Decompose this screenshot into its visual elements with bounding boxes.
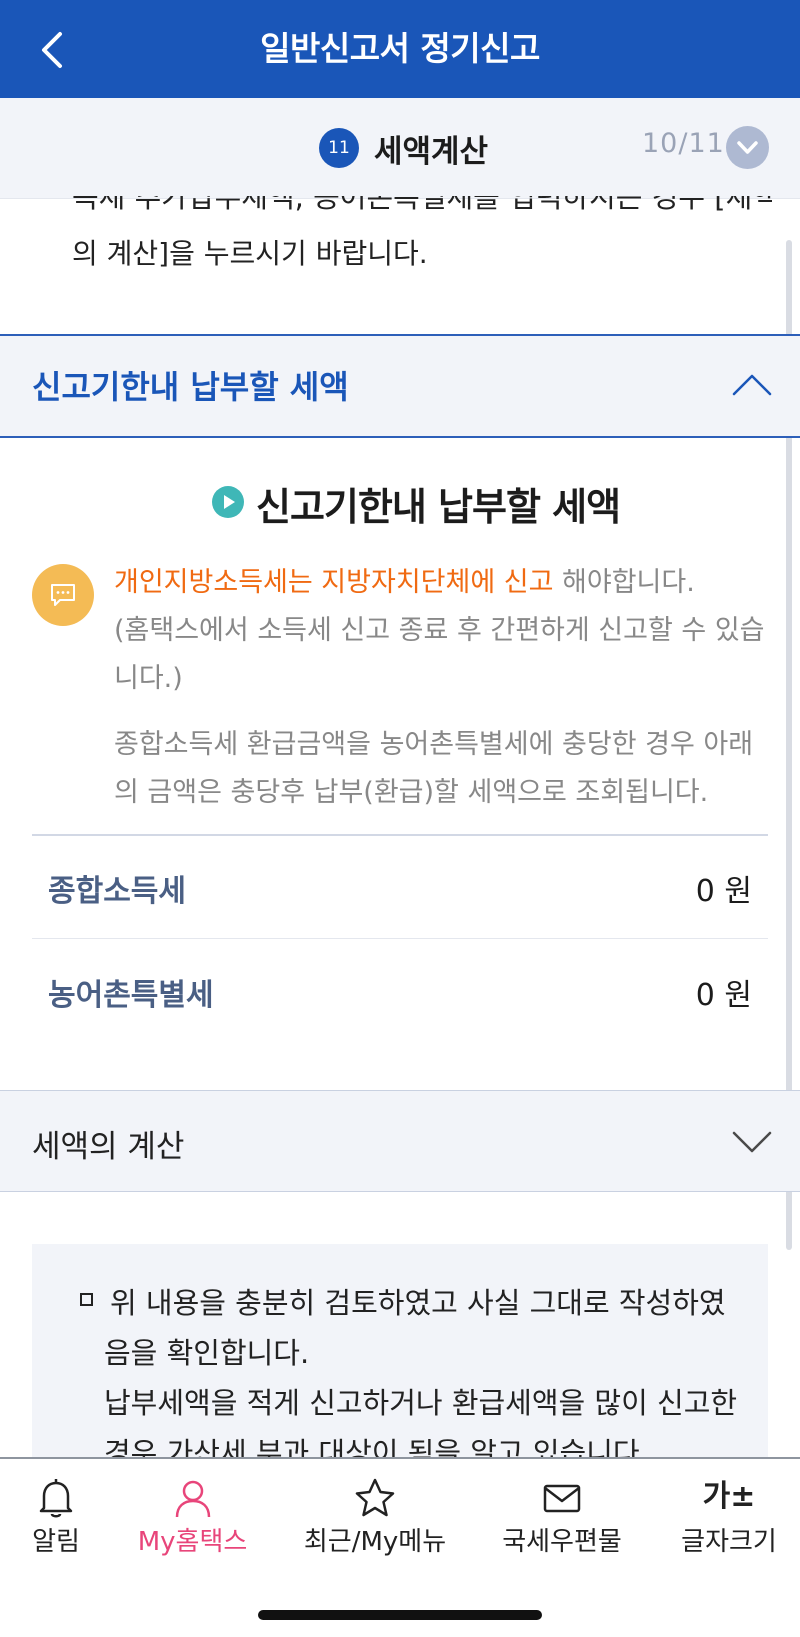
- nav-font-size[interactable]: 가± 글자크기: [664, 1459, 794, 1559]
- nav-label: 국세우편물: [502, 1527, 622, 1557]
- step-list-toggle-button[interactable]: [726, 126, 769, 169]
- confirm-line-2: 음을 확인합니다.: [104, 1336, 310, 1370]
- bullet-icon: [80, 1293, 93, 1306]
- font-size-icon: 가±: [702, 1479, 756, 1514]
- intro-line-1: 득세 추가납부세액, 농어촌특별세를 입력하시는 경우 [세액: [72, 196, 772, 214]
- chevron-up-icon: [732, 374, 772, 396]
- intro-line-2: 의 계산]을 누르시기 바랍니다.: [72, 237, 428, 270]
- home-indicator: [258, 1610, 542, 1620]
- step-number-badge: 11: [319, 128, 359, 168]
- speech-bubble-icon: [32, 564, 94, 626]
- notice-line-3: 니다.): [114, 663, 183, 694]
- nav-tax-mail[interactable]: 국세우편물: [484, 1459, 640, 1559]
- notice-line-2: (홈택스에서 소득세 신고 종료 후 간편하게 신고할 수 있습: [114, 615, 765, 646]
- section-due-heading: 신고기한내 납부할 세액: [256, 485, 621, 529]
- nav-label: 최근/My메뉴: [303, 1527, 447, 1557]
- notice-rest: 해야합니다.: [553, 567, 695, 598]
- nav-recent-my-menu[interactable]: 최근/My메뉴: [290, 1459, 460, 1559]
- row-value-income-tax: 0 원: [695, 874, 752, 909]
- person-icon: [175, 1480, 210, 1518]
- divider: [32, 938, 768, 939]
- step-count: 10/11: [642, 128, 725, 159]
- chevron-down-icon: [737, 141, 758, 154]
- section-tax-calculation-header[interactable]: 세액의 계산: [0, 1090, 800, 1192]
- bell-icon: [39, 1479, 73, 1518]
- intro-clipped-text: 득세 추가납부세액, 농어촌특별세를 입력하시는 경우 [세액: [72, 196, 772, 224]
- app-header: 일반신고서 정기신고: [0, 0, 800, 98]
- notice-line-5: 의 금액은 충당후 납부(환급)할 세액으로 조회됩니다.: [114, 777, 709, 808]
- section-due-tax-label: 신고기한내 납부할 세액: [32, 368, 349, 406]
- row-label-rural-tax: 농어촌특별세: [48, 978, 214, 1013]
- confirm-line-1: 위 내용을 충분히 검토하였고 사실 그대로 작성하였: [110, 1286, 726, 1320]
- confirm-line-3: 납부세액을 적게 신고하거나 환급세액을 많이 신고한: [104, 1386, 738, 1420]
- section-tax-calculation-label: 세액의 계산: [32, 1129, 185, 1165]
- row-label-income-tax: 종합소득세: [48, 874, 186, 909]
- section-due-tax-header[interactable]: 신고기한내 납부할 세액: [0, 334, 800, 438]
- play-icon: [212, 486, 244, 518]
- nav-label: My홈택스: [137, 1527, 248, 1557]
- nav-alerts[interactable]: 알림: [0, 1459, 112, 1559]
- notice-line-1: 개인지방소득세는 지방자치단체에 신고 해야합니다.: [114, 560, 695, 599]
- divider: [32, 834, 768, 836]
- nav-label: 글자크기: [681, 1527, 777, 1557]
- notice-line-4: 종합소득세 환급금액을 농어촌특별세에 충당한 경우 아래: [114, 729, 754, 760]
- envelope-icon: [543, 1484, 581, 1513]
- page-title: 일반신고서 정기신고: [260, 29, 540, 68]
- step-title: 세액계산: [374, 134, 489, 170]
- notice-highlight: 개인지방소득세는 지방자치단체에 신고: [114, 567, 554, 598]
- nav-label: 알림: [32, 1527, 80, 1557]
- chevron-down-icon: [732, 1131, 772, 1153]
- star-icon: [355, 1478, 395, 1517]
- row-value-rural-tax: 0 원: [695, 978, 752, 1013]
- nav-my-hometax[interactable]: My홈택스: [120, 1459, 265, 1559]
